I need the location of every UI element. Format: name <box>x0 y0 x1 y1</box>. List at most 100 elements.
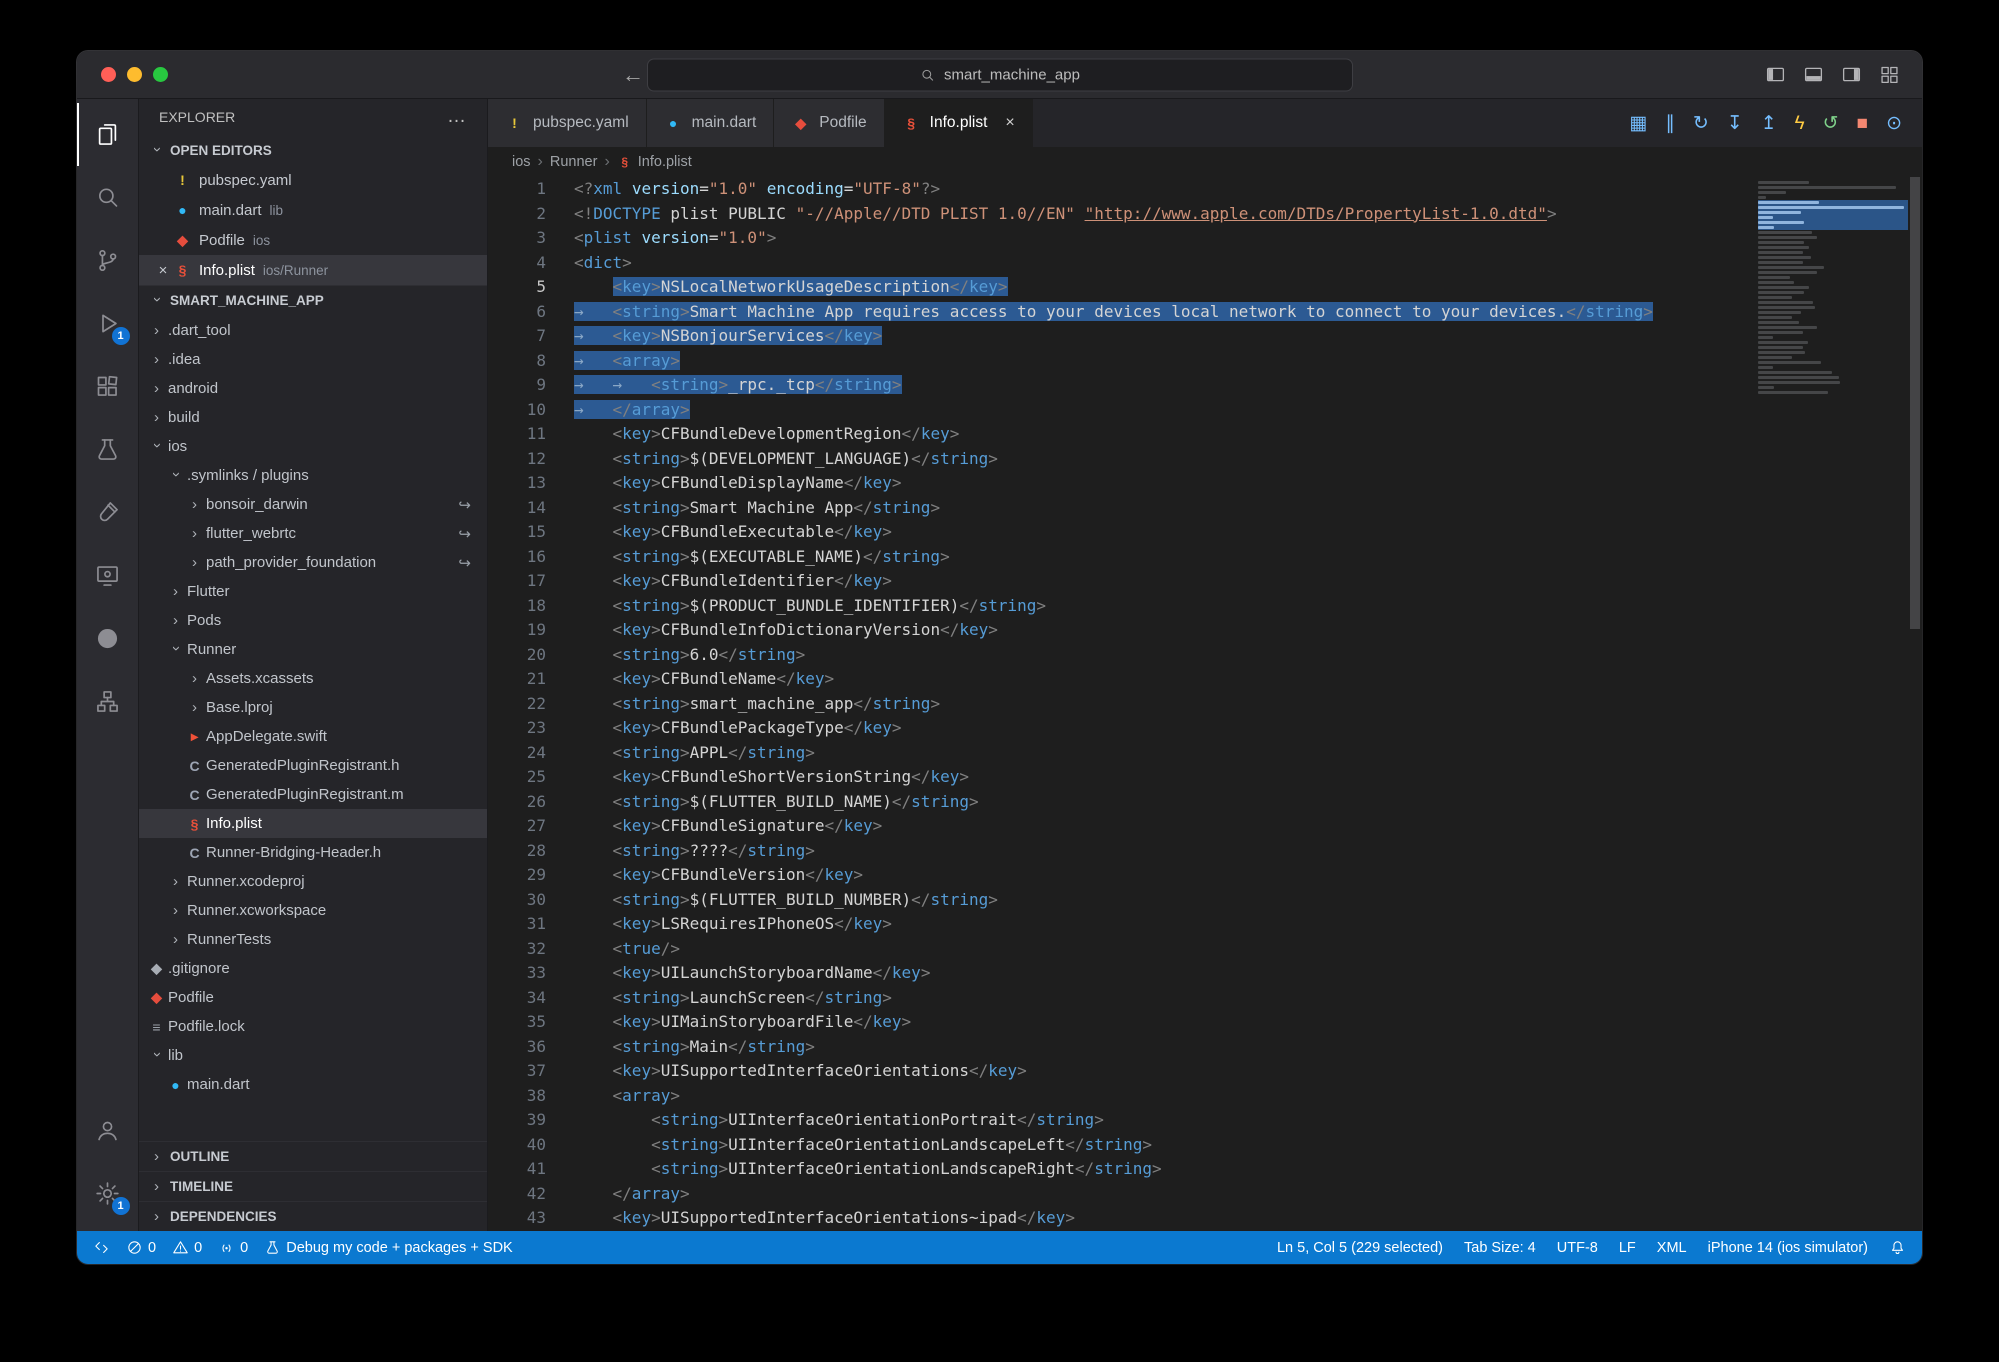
layout-bottom-icon[interactable] <box>1803 64 1824 85</box>
code-line-32[interactable]: 32 <true/> <box>488 937 1922 962</box>
bell-status-item[interactable] <box>1889 1239 1906 1256</box>
minimize-window-button[interactable] <box>127 67 142 82</box>
status-item[interactable]: LF <box>1619 1240 1636 1256</box>
back-button[interactable]: ← <box>622 62 644 88</box>
activity-settings-button[interactable]: 1 <box>77 1162 139 1225</box>
tree-item-Podfile[interactable]: ◆Podfile <box>139 983 487 1012</box>
error-status-item[interactable]: 0 <box>126 1239 156 1256</box>
tree-item-.idea[interactable]: ›.idea <box>139 345 487 374</box>
tree-item-Info.plist[interactable]: §Info.plist <box>139 809 487 838</box>
tree-item-Podfile.lock[interactable]: ≡Podfile.lock <box>139 1012 487 1041</box>
code-line-31[interactable]: 31 <key>LSRequiresIPhoneOS</key> <box>488 912 1922 937</box>
remote-status-item[interactable] <box>93 1239 110 1256</box>
code-line-10[interactable]: 10→ </array> <box>488 398 1922 423</box>
activity-search-button[interactable] <box>77 166 139 229</box>
tree-item-main.dart[interactable]: ●main.dart <box>139 1070 487 1099</box>
code-line-40[interactable]: 40 <string>UIInterfaceOrientationLandsca… <box>488 1133 1922 1158</box>
code-line-42[interactable]: 42 </array> <box>488 1182 1922 1207</box>
breadcrumb-item-ios[interactable]: ios <box>512 154 531 170</box>
code-line-36[interactable]: 36 <string>Main</string> <box>488 1035 1922 1060</box>
status-item[interactable]: iPhone 14 (ios simulator) <box>1708 1240 1868 1256</box>
code-line-3[interactable]: 3<plist version="1.0"> <box>488 226 1922 251</box>
tree-item-Runner.xcworkspace[interactable]: ›Runner.xcworkspace <box>139 896 487 925</box>
code-line-8[interactable]: 8→ <array> <box>488 349 1922 374</box>
code-line-35[interactable]: 35 <key>UIMainStoryboardFile</key> <box>488 1010 1922 1035</box>
code-line-17[interactable]: 17 <key>CFBundleIdentifier</key> <box>488 569 1922 594</box>
tree-item-RunnerTests[interactable]: ›RunnerTests <box>139 925 487 954</box>
code-line-37[interactable]: 37 <key>UISupportedInterfaceOrientations… <box>488 1059 1922 1084</box>
tree-item-android[interactable]: ›android <box>139 374 487 403</box>
code-line-2[interactable]: 2<!DOCTYPE plist PUBLIC "-//Apple//DTD P… <box>488 202 1922 227</box>
command-center-search[interactable]: smart_machine_app <box>647 58 1353 91</box>
code-line-23[interactable]: 23 <key>CFBundlePackageType</key> <box>488 716 1922 741</box>
timeline-header[interactable]: › TIMELINE <box>139 1171 487 1201</box>
activity-extensions-button[interactable] <box>77 355 139 418</box>
code-line-11[interactable]: 11 <key>CFBundleDevelopmentRegion</key> <box>488 422 1922 447</box>
columns-icon[interactable]: ▦ <box>1629 114 1647 133</box>
code-line-26[interactable]: 26 <string>$(FLUTTER_BUILD_NAME)</string… <box>488 790 1922 815</box>
activity-devtools-button[interactable] <box>77 544 139 607</box>
code-editor[interactable]: 1<?xml version="1.0" encoding="UTF-8"?>2… <box>488 177 1922 1231</box>
activity-explorer-button[interactable] <box>77 103 139 166</box>
more-actions-icon[interactable]: … <box>447 106 467 128</box>
stop-icon[interactable]: ■ <box>1857 114 1868 133</box>
tab-main.dart[interactable]: ●main.dart <box>647 99 775 147</box>
tree-item-flutter_webrtc[interactable]: ›flutter_webrtc↪ <box>139 519 487 548</box>
minimap[interactable] <box>1758 180 1908 395</box>
tree-item-Base.lproj[interactable]: ›Base.lproj <box>139 693 487 722</box>
code-line-14[interactable]: 14 <string>Smart Machine App</string> <box>488 496 1922 521</box>
layout-grid-icon[interactable] <box>1879 64 1900 85</box>
dependencies-header[interactable]: › DEPENDENCIES <box>139 1201 487 1231</box>
pause-icon[interactable]: ∥ <box>1665 114 1675 133</box>
code-line-28[interactable]: 28 <string>????</string> <box>488 839 1922 864</box>
hot-restart-icon[interactable]: ↺ <box>1823 114 1839 133</box>
scrollbar-thumb[interactable] <box>1910 177 1920 629</box>
open-editors-header[interactable]: › OPEN EDITORS <box>139 135 487 165</box>
tree-item-GeneratedPluginRegistrant.h[interactable]: CGeneratedPluginRegistrant.h <box>139 751 487 780</box>
tree-item-bonsoir_darwin[interactable]: ›bonsoir_darwin↪ <box>139 490 487 519</box>
code-line-16[interactable]: 16 <string>$(EXECUTABLE_NAME)</string> <box>488 545 1922 570</box>
outline-header[interactable]: › OUTLINE <box>139 1141 487 1171</box>
open-editor-Info.plist[interactable]: ×§Info.plistios/Runner <box>139 255 487 285</box>
tree-item-lib[interactable]: ›lib <box>139 1041 487 1070</box>
tab-Info.plist[interactable]: §Info.plist× <box>885 99 1033 147</box>
breadcrumb-item-Runner[interactable]: Runner <box>550 154 598 170</box>
code-line-21[interactable]: 21 <key>CFBundleName</key> <box>488 667 1922 692</box>
activity-github-button[interactable] <box>77 607 139 670</box>
code-line-20[interactable]: 20 <string>6.0</string> <box>488 643 1922 668</box>
tree-item-Assets.xcassets[interactable]: ›Assets.xcassets <box>139 664 487 693</box>
tab-pubspec.yaml[interactable]: !pubspec.yaml <box>488 99 647 147</box>
tree-item-Runner-Bridging-Header.h[interactable]: CRunner-Bridging-Header.h <box>139 838 487 867</box>
status-item[interactable]: UTF-8 <box>1557 1240 1598 1256</box>
code-line-33[interactable]: 33 <key>UILaunchStoryboardName</key> <box>488 961 1922 986</box>
breadcrumb-item-Info.plist[interactable]: §Info.plist <box>617 154 692 170</box>
code-line-29[interactable]: 29 <key>CFBundleVersion</key> <box>488 863 1922 888</box>
flask-status-item[interactable]: Debug my code + packages + SDK <box>264 1239 513 1256</box>
tree-item-Runner[interactable]: ›Runner <box>139 635 487 664</box>
activity-account-button[interactable] <box>77 1099 139 1162</box>
warning-status-item[interactable]: 0 <box>172 1239 202 1256</box>
tree-item-Runner.xcodeproj[interactable]: ›Runner.xcodeproj <box>139 867 487 896</box>
status-item[interactable]: XML <box>1657 1240 1687 1256</box>
code-line-4[interactable]: 4<dict> <box>488 251 1922 276</box>
open-editor-main.dart[interactable]: ●main.dartlib <box>139 195 487 225</box>
code-line-1[interactable]: 1<?xml version="1.0" encoding="UTF-8"?> <box>488 177 1922 202</box>
code-line-5[interactable]: 5 <key>NSLocalNetworkUsageDescription</k… <box>488 275 1922 300</box>
close-window-button[interactable] <box>101 67 116 82</box>
activity-flask-button[interactable] <box>77 481 139 544</box>
code-line-6[interactable]: 6→ <string>Smart Machine App requires ac… <box>488 300 1922 325</box>
code-line-12[interactable]: 12 <string>$(DEVELOPMENT_LANGUAGE)</stri… <box>488 447 1922 472</box>
close-tab-icon[interactable]: × <box>1005 114 1014 132</box>
tree-item-.gitignore[interactable]: ◆.gitignore <box>139 954 487 983</box>
code-line-18[interactable]: 18 <string>$(PRODUCT_BUNDLE_IDENTIFIER)<… <box>488 594 1922 619</box>
open-editor-Podfile[interactable]: ◆Podfileios <box>139 225 487 255</box>
code-line-13[interactable]: 13 <key>CFBundleDisplayName</key> <box>488 471 1922 496</box>
status-item[interactable]: Ln 5, Col 5 (229 selected) <box>1277 1240 1443 1256</box>
open-editor-pubspec.yaml[interactable]: !pubspec.yaml <box>139 165 487 195</box>
step-out-icon[interactable]: ↥ <box>1761 114 1777 133</box>
activity-testing-button[interactable] <box>77 418 139 481</box>
code-line-39[interactable]: 39 <string>UIInterfaceOrientationPortrai… <box>488 1108 1922 1133</box>
project-section-header[interactable]: › SMART_MACHINE_APP <box>139 285 487 315</box>
activity-source-control-button[interactable] <box>77 229 139 292</box>
layout-left-icon[interactable] <box>1765 64 1786 85</box>
